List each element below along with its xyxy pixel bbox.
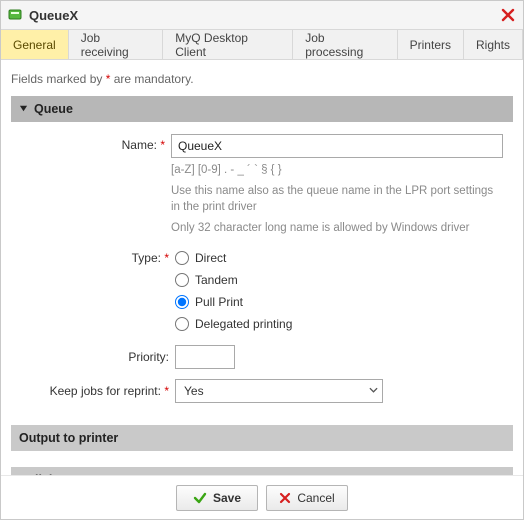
mandatory-note-suffix: are mandatory. [110, 72, 193, 86]
tab-label: Job receiving [81, 31, 151, 59]
priority-input[interactable] [175, 345, 235, 369]
row-keep-jobs: Keep jobs for reprint: * Yes [21, 379, 503, 403]
check-icon [193, 491, 207, 505]
radio-direct[interactable]: Direct [175, 247, 503, 269]
save-button[interactable]: Save [176, 485, 258, 511]
section-queue-body: Name: * [a-Z] [0-9] . - _ ´ ` § { } Use … [11, 122, 513, 419]
radio-delegated-printing[interactable]: Delegated printing [175, 313, 503, 335]
window-title: QueueX [29, 8, 78, 23]
titlebar: QueueX [1, 1, 523, 30]
tab-job-receiving[interactable]: Job receiving [69, 30, 164, 59]
dialog-window: QueueX General Job receiving MyQ Desktop… [0, 0, 524, 520]
asterisk-icon: * [164, 384, 169, 398]
tab-bar: General Job receiving MyQ Desktop Client… [1, 30, 523, 60]
radio-direct-input[interactable] [175, 251, 189, 265]
row-type: Type: * Direct Tandem Pull Print [21, 247, 503, 335]
row-name: Name: * [a-Z] [0-9] . - _ ´ ` § { } Use … [21, 134, 503, 237]
tab-printers[interactable]: Printers [398, 30, 464, 59]
section-policies-header[interactable]: Policies [11, 467, 513, 475]
close-icon[interactable] [499, 6, 517, 24]
caret-down-icon [369, 385, 378, 396]
asterisk-icon: * [164, 251, 169, 265]
tab-label: Rights [476, 38, 510, 52]
select-value: Yes [184, 384, 204, 398]
tab-general[interactable]: General [1, 30, 69, 59]
radio-tandem[interactable]: Tandem [175, 269, 503, 291]
dialog-body: Fields marked by * are mandatory. Queue … [1, 60, 523, 475]
radio-label: Direct [195, 251, 226, 265]
radio-label: Pull Print [195, 295, 243, 309]
tab-label: Job processing [305, 31, 384, 59]
keep-jobs-select[interactable]: Yes [175, 379, 383, 403]
label-type: Type: * [21, 247, 175, 265]
x-icon [279, 492, 291, 504]
section-queue-header[interactable]: Queue [11, 96, 513, 122]
row-priority: Priority: [21, 345, 503, 369]
cancel-button[interactable]: Cancel [266, 485, 348, 511]
dialog-footer: Save Cancel [1, 475, 523, 519]
name-hint-length: Only 32 character long name is allowed b… [171, 220, 503, 237]
section-title: Output to printer [19, 431, 118, 445]
radio-label: Tandem [195, 273, 238, 287]
section-output-header[interactable]: Output to printer [11, 425, 513, 451]
app-icon [7, 7, 23, 23]
mandatory-note: Fields marked by * are mandatory. [11, 72, 513, 86]
tab-job-processing[interactable]: Job processing [293, 30, 397, 59]
label-keep-jobs: Keep jobs for reprint: * [21, 384, 175, 398]
name-input[interactable] [171, 134, 503, 158]
button-label: Cancel [297, 491, 334, 505]
asterisk-icon: * [160, 138, 165, 152]
tab-label: Printers [410, 38, 451, 52]
radio-label: Delegated printing [195, 317, 292, 331]
name-hint-lpr: Use this name also as the queue name in … [171, 183, 503, 216]
tab-rights[interactable]: Rights [464, 30, 523, 59]
section-title: Queue [34, 102, 73, 116]
button-label: Save [213, 491, 241, 505]
radio-pull-print-input[interactable] [175, 295, 189, 309]
radio-tandem-input[interactable] [175, 273, 189, 287]
tab-label: MyQ Desktop Client [175, 31, 280, 59]
mandatory-note-prefix: Fields marked by [11, 72, 106, 86]
radio-pull-print[interactable]: Pull Print [175, 291, 503, 313]
tab-label: General [13, 38, 56, 52]
label-name: Name: * [21, 134, 171, 152]
label-priority: Priority: [21, 350, 175, 364]
triangle-down-icon [19, 102, 28, 116]
tab-myq-desktop-client[interactable]: MyQ Desktop Client [163, 30, 293, 59]
radio-delegated-printing-input[interactable] [175, 317, 189, 331]
name-hint-charset: [a-Z] [0-9] . - _ ´ ` § { } [171, 162, 503, 179]
